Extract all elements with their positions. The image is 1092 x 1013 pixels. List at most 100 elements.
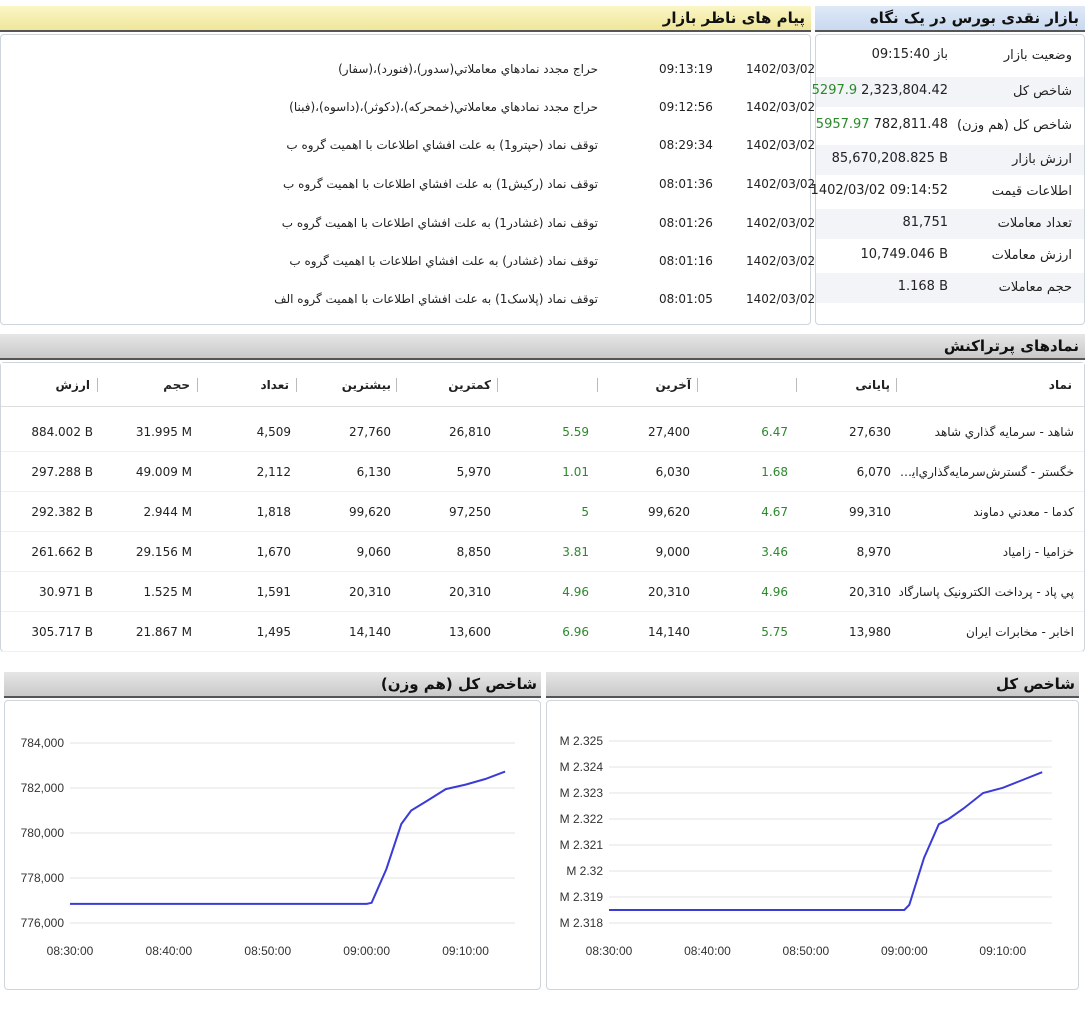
summary-row-price-info: اطلاعات قیمت 1402/03/02 09:14:52: [811, 177, 1084, 207]
cell-max: 14,140: [349, 625, 391, 639]
message-item[interactable]: 1402/03/02 09:13:19 حراج مجدد نمادهاي مع…: [1, 51, 815, 89]
cell-last-pct: 6.96: [562, 625, 589, 639]
col-header-final[interactable]: پایانی: [855, 363, 890, 407]
cell-value: 292.382 B: [31, 505, 93, 519]
message-item[interactable]: 1402/03/02 08:29:34 توقف نماد (حپترو1) ب…: [1, 127, 815, 165]
y-tick-label: M 2.324: [560, 760, 604, 774]
y-tick-label: M 2.323: [560, 786, 604, 800]
message-text: حراج مجدد نمادهاي معاملاتي(خمحرکه)،(دکوث…: [289, 100, 598, 114]
cell-volume: 21.867 M: [135, 625, 192, 639]
symbol-name[interactable]: اخابر - مخابرات ايران: [966, 625, 1074, 639]
summary-label: اطلاعات قیمت: [991, 184, 1072, 199]
summary-label: شاخص کل (هم وزن): [956, 118, 1072, 133]
total-index-chart-header: شاخص کل: [546, 672, 1079, 698]
equal-weight-index-chart-svg: 776,000 778,000 780,000 782,000 784,000 08:30…: [21, 736, 515, 958]
cell-last: 99,620: [648, 505, 690, 519]
cell-volume: 2.944 M: [143, 505, 192, 519]
summary-row-status: وضعیت بازار باز 09:15:40: [816, 41, 1084, 71]
message-date: 1402/03/02: [746, 254, 816, 268]
summary-value: 81,751: [902, 215, 949, 230]
supervisor-messages-panel: 1402/03/02 09:13:19 حراج مجدد نمادهاي مع…: [0, 34, 815, 325]
summary-value: 1.168 B: [897, 279, 948, 294]
summary-row-trade-value: ارزش معاملات 10,749.046 B: [816, 241, 1084, 271]
message-text: توقف نماد (پلاسک1) به علت افشاي اطلاعات …: [274, 292, 598, 306]
table-row[interactable]: پي پاد - پرداخت الکترونيک پاسارگاد 20,31…: [1, 573, 1084, 612]
x-tick-label: 08:40:00: [684, 944, 731, 958]
cell-last-pct: 3.81: [562, 545, 589, 559]
cell-value: 297.288 B: [31, 465, 93, 479]
cell-last: 20,310: [648, 585, 690, 599]
cell-volume: 49.009 M: [135, 465, 192, 479]
cell-min: 97,250: [449, 505, 491, 519]
col-header-count[interactable]: تعداد: [261, 363, 289, 407]
cell-last-pct: 1.01: [562, 465, 589, 479]
cell-final: 13,980: [849, 625, 891, 639]
cell-final-pct: 3.46: [761, 545, 788, 559]
y-tick-label: M 2.325: [560, 734, 604, 748]
message-time: 08:29:34: [659, 138, 713, 152]
x-tick-label: 08:30:00: [47, 944, 94, 958]
table-row[interactable]: شاهد - سرمايه گذاري شاهد 27,630 6.47 27,…: [1, 413, 1084, 452]
message-date: 1402/03/02: [746, 62, 816, 76]
cell-count: 1,495: [256, 625, 291, 639]
cell-value: 261.662 B: [31, 545, 93, 559]
symbol-name[interactable]: پي پاد - پرداخت الکترونيک پاسارگاد: [899, 585, 1075, 599]
table-row[interactable]: اخابر - مخابرات ايران 13,980 5.75 14,140…: [1, 613, 1084, 652]
message-text: توقف نماد (غشادر1) به علت افشاي اطلاعات …: [281, 216, 598, 230]
symbol-name[interactable]: خگستر - گسترش‌سرمايه‌گذاري‌ايرا...: [894, 465, 1074, 479]
message-item[interactable]: 1402/03/02 08:01:05 توقف نماد (پلاسک1) ب…: [1, 281, 815, 319]
symbol-name[interactable]: کدما - معدني دماوند: [973, 505, 1074, 519]
message-time: 08:01:05: [659, 292, 713, 306]
x-tick-label: 09:00:00: [343, 944, 390, 958]
y-tick-label: 784,000: [21, 736, 65, 750]
cell-volume: 1.525 M: [143, 585, 192, 599]
cell-final-pct: 6.47: [761, 425, 788, 439]
symbol-name[interactable]: شاهد - سرمايه گذاري شاهد: [935, 425, 1074, 439]
x-tick-label: 09:00:00: [881, 944, 928, 958]
message-item[interactable]: 1402/03/02 08:01:16 توقف نماد (غشادر) به…: [1, 243, 815, 281]
message-item[interactable]: 1402/03/02 08:01:26 توقف نماد (غشادر1) ب…: [1, 205, 815, 243]
most-traded-header: نمادهای پرتراکنش: [0, 334, 1085, 360]
col-header-value[interactable]: ارزش: [56, 363, 91, 407]
col-header-last[interactable]: آخرین: [655, 363, 691, 407]
supervisor-messages-header: پیام های ناظر بازار: [0, 6, 811, 32]
message-item[interactable]: 1402/03/02 09:12:56 حراج مجدد نمادهاي مع…: [1, 89, 815, 127]
y-tick-label: M 2.319: [560, 890, 604, 904]
cell-max: 99,620: [349, 505, 391, 519]
cell-max: 9,060: [356, 545, 391, 559]
cell-value: 30.971 B: [38, 585, 93, 599]
message-text: توقف نماد (رکیش1) به علت افشاي اطلاعات ب…: [283, 177, 598, 191]
index-line: [70, 770, 506, 905]
summary-value: 5297.9 2,323,804.42: [811, 83, 948, 98]
table-row[interactable]: خگستر - گسترش‌سرمايه‌گذاري‌ايرا... 6,070…: [1, 453, 1084, 492]
y-tick-label: 776,000: [21, 916, 65, 930]
y-tick-label: M 2.318: [560, 916, 604, 930]
cell-max: 27,760: [349, 425, 391, 439]
message-time: 08:01:16: [659, 254, 713, 268]
cell-last: 9,000: [655, 545, 690, 559]
col-header-max[interactable]: بیشترین: [342, 363, 391, 407]
cell-last-pct: 5.59: [562, 425, 589, 439]
message-item[interactable]: 1402/03/02 08:01:36 توقف نماد (رکیش1) به…: [1, 166, 815, 204]
cell-count: 2,112: [256, 465, 291, 479]
summary-row-market-value: ارزش بازار 85,670,208.825 B: [816, 145, 1084, 175]
message-text: توقف نماد (غشادر) به علت افشاي اطلاعات ب…: [289, 254, 598, 268]
message-time: 08:01:36: [659, 177, 713, 191]
message-time: 09:13:19: [659, 62, 713, 76]
message-date: 1402/03/02: [746, 100, 816, 114]
col-header-min[interactable]: کمترین: [448, 363, 491, 407]
cell-value: 884.002 B: [31, 425, 93, 439]
col-header-volume[interactable]: حجم: [163, 363, 190, 407]
table-row[interactable]: کدما - معدني دماوند 99,310 4.67 99,620 5…: [1, 493, 1084, 532]
index-change: 5297.9: [811, 83, 858, 98]
table-row[interactable]: خزاميا - زامياد 8,970 3.46 9,000 3.81 8,…: [1, 533, 1084, 572]
equal-weight-index-chart: 776,000 778,000 780,000 782,000 784,000 08:30…: [4, 700, 541, 990]
col-header-name[interactable]: نماد: [1049, 363, 1072, 407]
summary-label: ارزش معاملات: [991, 248, 1072, 263]
summary-value: 5957.97 782,811.48: [815, 117, 948, 132]
cell-count: 1,591: [256, 585, 291, 599]
symbol-name[interactable]: خزاميا - زامياد: [1003, 545, 1074, 559]
summary-row-trade-volume: حجم معاملات 1.168 B: [816, 273, 1084, 303]
cell-count: 1,818: [256, 505, 291, 519]
x-tick-label: 08:50:00: [244, 944, 291, 958]
